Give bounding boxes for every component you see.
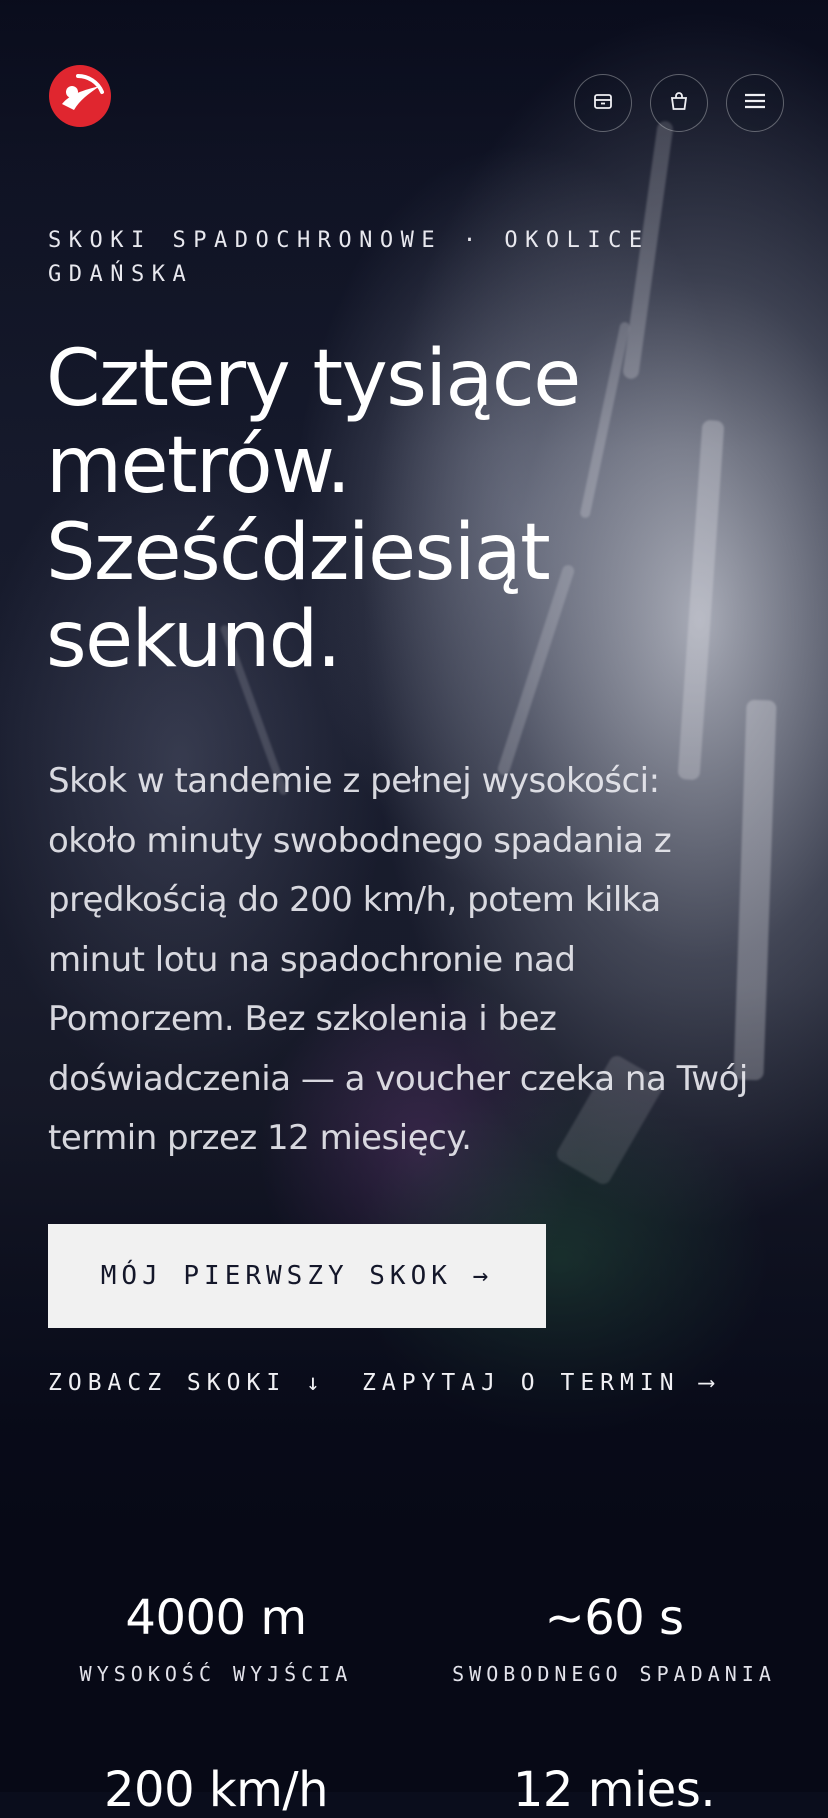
stat-value: ~60 s: [544, 1590, 684, 1646]
stat-item: 200 km/h: [26, 1762, 406, 1818]
hero-headline: Cztery tysiące metrów. Sześćdziesiąt sek…: [46, 334, 581, 685]
stat-item: ~60 s SWOBODNEGO SPADANIA: [424, 1590, 804, 1686]
cta-label: MÓJ PIERWSZY SKOK →: [100, 1261, 494, 1291]
hero-lead-paragraph: Skok w tandemie z pełnej wysokości: okoł…: [48, 761, 748, 1158]
stat-value: 12 mies.: [512, 1762, 716, 1818]
stat-label: SWOBODNEGO SPADANIA: [452, 1662, 776, 1686]
stat-label: WYSOKOŚĆ WYJŚCIA: [79, 1662, 353, 1686]
see-jumps-link[interactable]: ZOBACZ SKOKI ↓: [48, 1370, 326, 1396]
brand-logo-icon[interactable]: [48, 64, 112, 128]
archive-button[interactable]: [574, 74, 632, 132]
shopping-bag-icon: [668, 90, 690, 116]
first-jump-cta-button[interactable]: MÓJ PIERWSZY SKOK →: [48, 1224, 546, 1328]
cart-button[interactable]: [650, 74, 708, 132]
archive-box-icon: [592, 90, 614, 116]
stat-item: 4000 m WYSOKOŚĆ WYJŚCIA: [26, 1590, 406, 1686]
stat-item: 12 mies.: [424, 1762, 804, 1818]
stat-value: 200 km/h: [103, 1762, 329, 1818]
hero-eyebrow: SKOKI SPADOCHRONOWE · OKOLICE GDAŃSKA: [48, 228, 650, 287]
ask-date-link[interactable]: ZAPYTAJ O TERMIN ⟶: [362, 1370, 719, 1396]
menu-button[interactable]: [726, 74, 784, 132]
menu-icon: [743, 91, 767, 115]
stat-value: 4000 m: [125, 1590, 307, 1646]
